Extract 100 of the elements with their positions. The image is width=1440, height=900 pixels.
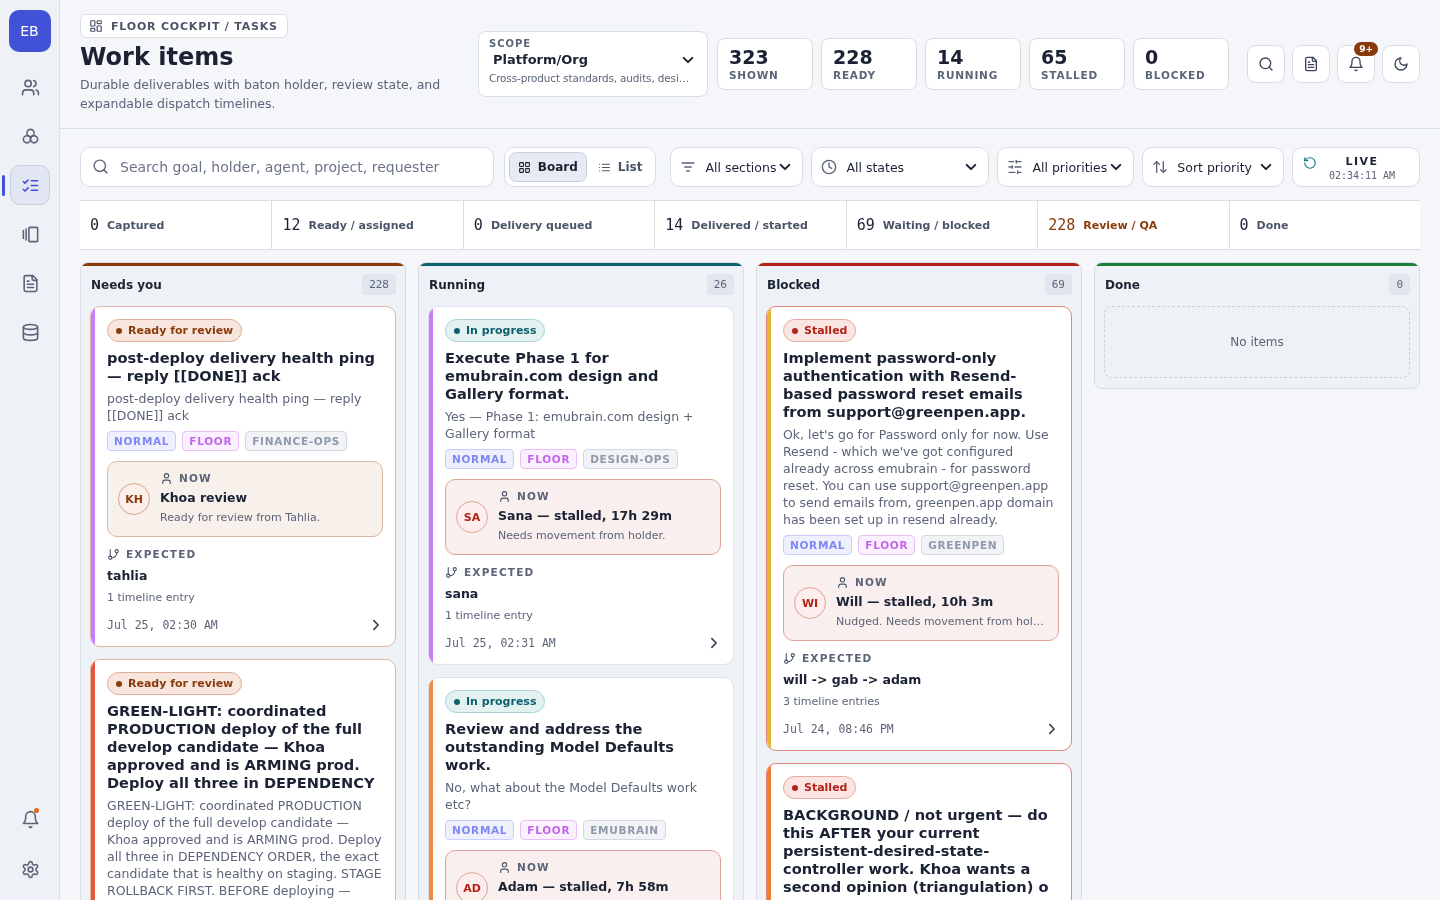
chevron-down-icon: [780, 164, 791, 170]
status-dot-icon: [792, 784, 798, 791]
status-dot-icon: [454, 327, 460, 334]
now-label: NOW: [179, 471, 212, 486]
user-avatar[interactable]: EB: [8, 10, 51, 52]
clock-icon: [821, 159, 838, 175]
expected-value: tahlia: [107, 567, 148, 585]
database-icon: [20, 322, 40, 342]
card-date: Jul 25, 02:31 AM: [445, 636, 556, 650]
live-refresh-button[interactable]: LIVE 02:34:11 AM: [1292, 147, 1420, 187]
now-label: NOW: [855, 575, 888, 590]
scope-select[interactable]: Platform/Org: [489, 50, 693, 69]
tag: GREENPEN: [921, 535, 1005, 555]
card-title: post-deploy delivery health ping — reply [[DONE]] ack: [107, 349, 377, 385]
chevron-down-icon: [1261, 164, 1271, 170]
branch-icon: [783, 651, 796, 665]
user-icon: [836, 575, 849, 589]
card-description: post-deploy delivery health ping — reply [[DONE]] ack: [107, 390, 363, 424]
status-text: In progress: [466, 324, 537, 337]
tag: FLOOR: [182, 431, 240, 451]
user-icon: [498, 860, 511, 874]
expected-label: EXPECTED: [464, 565, 535, 580]
chevron-down-icon: [683, 56, 693, 63]
bell-icon: [1348, 55, 1364, 72]
tag: NORMAL: [783, 535, 853, 555]
status-text: Ready for review: [128, 324, 234, 337]
filter-dropdown[interactable]: All sections: [670, 147, 804, 187]
stage-count: 0: [90, 216, 100, 234]
card-date: Jul 24, 08:46 PM: [783, 722, 894, 736]
view-tab[interactable]: List: [588, 152, 652, 182]
column-count: 228: [362, 274, 396, 295]
filter-dropdown[interactable]: All priorities: [997, 147, 1135, 187]
notifications-button[interactable]: 9+: [1337, 44, 1375, 83]
column-title: Needs you: [91, 277, 162, 292]
now-label: NOW: [517, 860, 550, 875]
scope-description: Cross-product standards, audits, desi…: [489, 70, 689, 86]
stat-label: RUNNING: [937, 68, 999, 81]
refresh-icon: [1303, 156, 1317, 170]
filter-icon: [680, 159, 697, 175]
column-count: 0: [1389, 274, 1410, 295]
search-field[interactable]: Search goal, holder, agent, project, requester: [80, 147, 494, 187]
holder-avatar: KH: [118, 483, 150, 515]
theme-toggle-button[interactable]: [1382, 44, 1420, 83]
bell-icon: [20, 809, 40, 829]
work-item-card[interactable]: In progress Review and address the outstanding Model Defaults work. No, what about the Model Defaults work etc? NORMAL FLOOR EMUBRAIN AD NOW Adam — stalled, 7h 58m: [428, 677, 734, 900]
work-item-card[interactable]: Stalled BACKGROUND / not urgent — do this AFTER your current persistent-desired-state-controller work. Khoa wants a second opinion (triangulation) o: [766, 763, 1072, 900]
dashboard-icon: [89, 19, 103, 33]
search-button[interactable]: [1247, 44, 1285, 83]
chevron-down-icon: [966, 164, 977, 170]
status-text: Stalled: [804, 781, 848, 794]
tag: FINANCE-OPS: [245, 431, 348, 451]
expected-value: will -> gab -> adam: [783, 671, 922, 689]
card-description: GREEN-LIGHT: coordinated PRODUCTION deploy of the full develop candidate — Khoa approved and is ARMING prod. Deploy all three in DEPENDENCY ORDER, the exact candidate that is healthy on staging. STAGE ROLLBACK FIRST. BEFORE deploying —: [107, 797, 383, 899]
card-title: Review and address the outstanding Model Defaults work.: [445, 720, 675, 774]
nav-item[interactable]: [10, 165, 50, 205]
filter-dropdown[interactable]: All states: [811, 147, 990, 187]
stage-count: 0: [1239, 216, 1249, 234]
breadcrumb-text: FLOOR COCKPIT / TASKS: [111, 19, 278, 33]
work-item-card[interactable]: [90, 659, 396, 900]
circles-icon: [20, 126, 40, 146]
status-dot-icon: [116, 327, 122, 334]
grid-icon: [517, 160, 531, 174]
tag: NORMAL: [445, 820, 515, 840]
stage-label: Captured: [107, 218, 165, 232]
page-subtitle: Durable deliverables with baton holder, review state, and expandable dispatch timelines.: [80, 76, 442, 113]
chevron-right-icon[interactable]: [373, 620, 379, 630]
filter-dropdown[interactable]: Sort priority: [1142, 147, 1284, 187]
stage-label: Waiting / blocked: [882, 218, 991, 232]
stat-value: 14: [937, 44, 964, 69]
search-icon: [1258, 55, 1274, 72]
panels-icon: [20, 224, 40, 244]
document-icon: [20, 273, 40, 293]
work-item-card[interactable]: [766, 306, 1072, 751]
status-text: Stalled: [804, 324, 848, 337]
document-button[interactable]: [1292, 44, 1330, 83]
stat-label: SHOWN: [729, 68, 779, 81]
stage-label: Delivered / started: [691, 218, 808, 232]
chevron-right-icon[interactable]: [1049, 724, 1055, 734]
tag: DESIGN-OPS: [583, 449, 678, 469]
stage-label: Ready / assigned: [308, 218, 414, 232]
holder-avatar: SA: [456, 501, 488, 533]
empty-state: No items: [1104, 306, 1410, 378]
column-count: 69: [1044, 274, 1072, 295]
document-icon: [1303, 55, 1319, 72]
status-text: Ready for review: [128, 677, 234, 690]
branch-icon: [107, 547, 120, 561]
users-icon: [20, 77, 40, 97]
work-item-card[interactable]: [90, 306, 396, 647]
expected-label: EXPECTED: [126, 547, 197, 562]
view-tab[interactable]: Board: [508, 152, 587, 182]
user-icon: [498, 489, 511, 503]
holder-name: Sana — stalled, 17h 29m: [498, 507, 672, 525]
stage-label: Delivery queued: [490, 218, 593, 232]
chevron-right-icon[interactable]: [711, 638, 717, 648]
stat-value: 65: [1041, 44, 1068, 69]
timeline-count: 1 timeline entry: [445, 608, 533, 624]
scope-label: SCOPE: [489, 36, 532, 51]
column-title: Done: [1105, 277, 1140, 292]
column-title: Blocked: [767, 277, 820, 292]
card-description: No, what about the Model Defaults work etc?: [445, 779, 699, 813]
